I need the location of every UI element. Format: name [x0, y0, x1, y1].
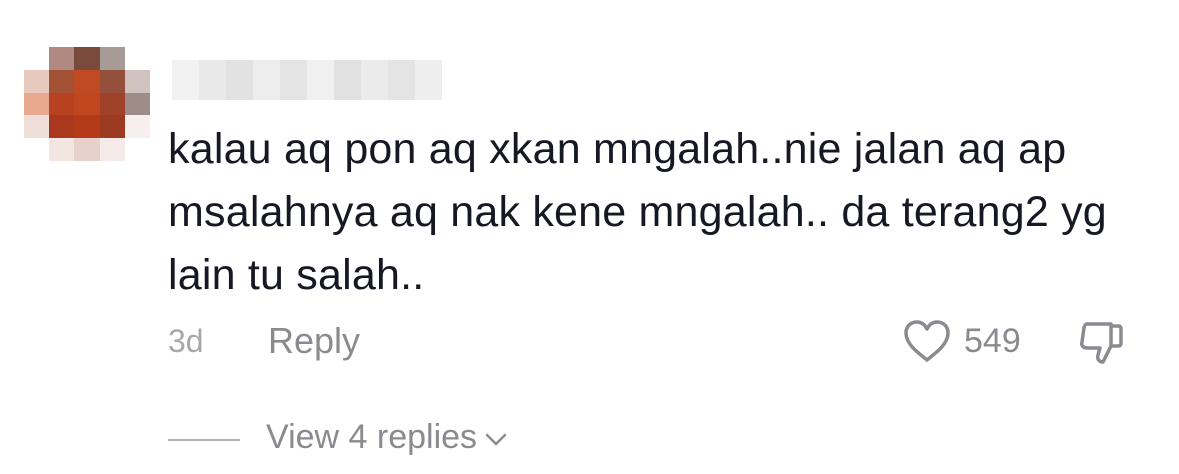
like-button[interactable]: 549 — [902, 318, 1021, 364]
replies-row: View 4 replies — [168, 414, 668, 464]
comment-text: kalau aq pon aq xkan mngalah..nie jalan … — [168, 125, 1107, 299]
comment-actions: 3d Reply 549 — [168, 318, 1148, 368]
avatar[interactable] — [24, 47, 150, 161]
view-replies-label: View 4 replies — [266, 418, 478, 456]
chevron-down-icon — [485, 433, 507, 445]
timestamp: 3d — [168, 323, 204, 359]
username-redacted[interactable] — [172, 60, 442, 100]
heart-icon[interactable] — [902, 318, 952, 364]
reply-button[interactable]: Reply — [268, 320, 360, 362]
thumbs-down-icon[interactable] — [1076, 318, 1126, 366]
view-replies-button[interactable]: View 4 replies — [266, 418, 507, 457]
like-count: 549 — [964, 321, 1021, 360]
divider — [168, 439, 240, 441]
comment-item: kalau aq pon aq xkan mngalah..nie jalan … — [0, 0, 1179, 474]
